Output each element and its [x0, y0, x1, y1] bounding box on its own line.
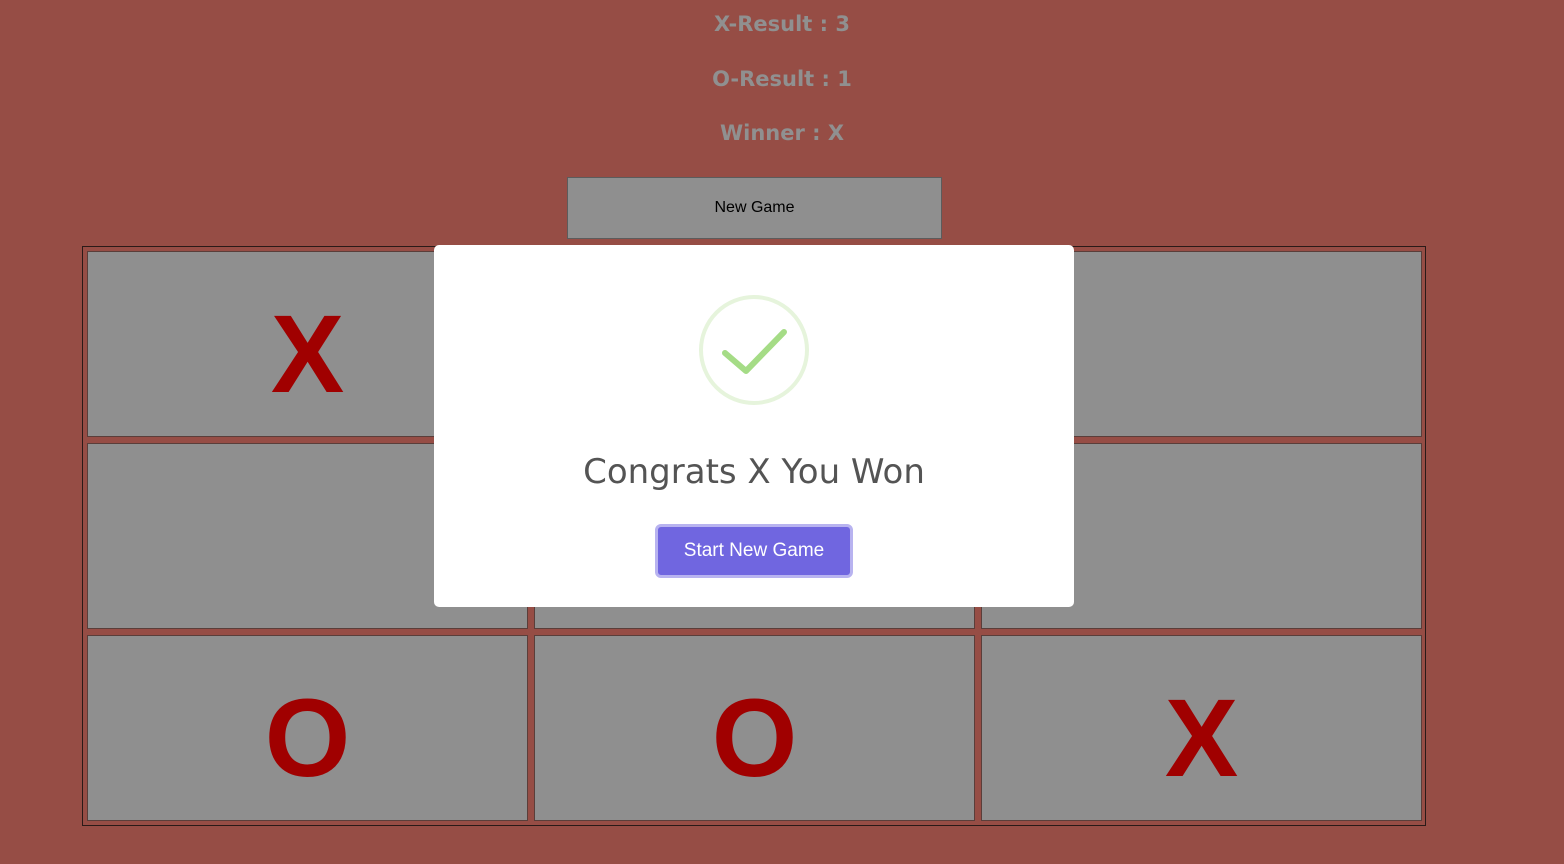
win-dialog: Congrats X You Won Start New Game	[434, 245, 1074, 607]
board-cell-7[interactable]: O	[87, 635, 528, 821]
winner-label: Winner : X	[719, 121, 845, 145]
cell-mark: O	[711, 676, 798, 800]
cell-mark: X	[270, 292, 345, 416]
cell-mark: X	[1164, 676, 1239, 800]
start-new-game-button[interactable]: Start New Game	[655, 524, 853, 578]
dialog-title: Congrats X You Won	[583, 452, 925, 492]
board-cell-9[interactable]: X	[981, 635, 1422, 821]
board-cell-8[interactable]: O	[534, 635, 975, 821]
new-game-button[interactable]: New Game	[567, 177, 942, 239]
game-page: X-Result : 3 O-Result : 1 Winner : X New…	[0, 0, 1564, 864]
x-result-score: X-Result : 3	[714, 12, 850, 36]
success-check-icon	[699, 295, 809, 405]
cell-mark: O	[264, 676, 351, 800]
o-result-score: O-Result : 1	[712, 67, 852, 91]
